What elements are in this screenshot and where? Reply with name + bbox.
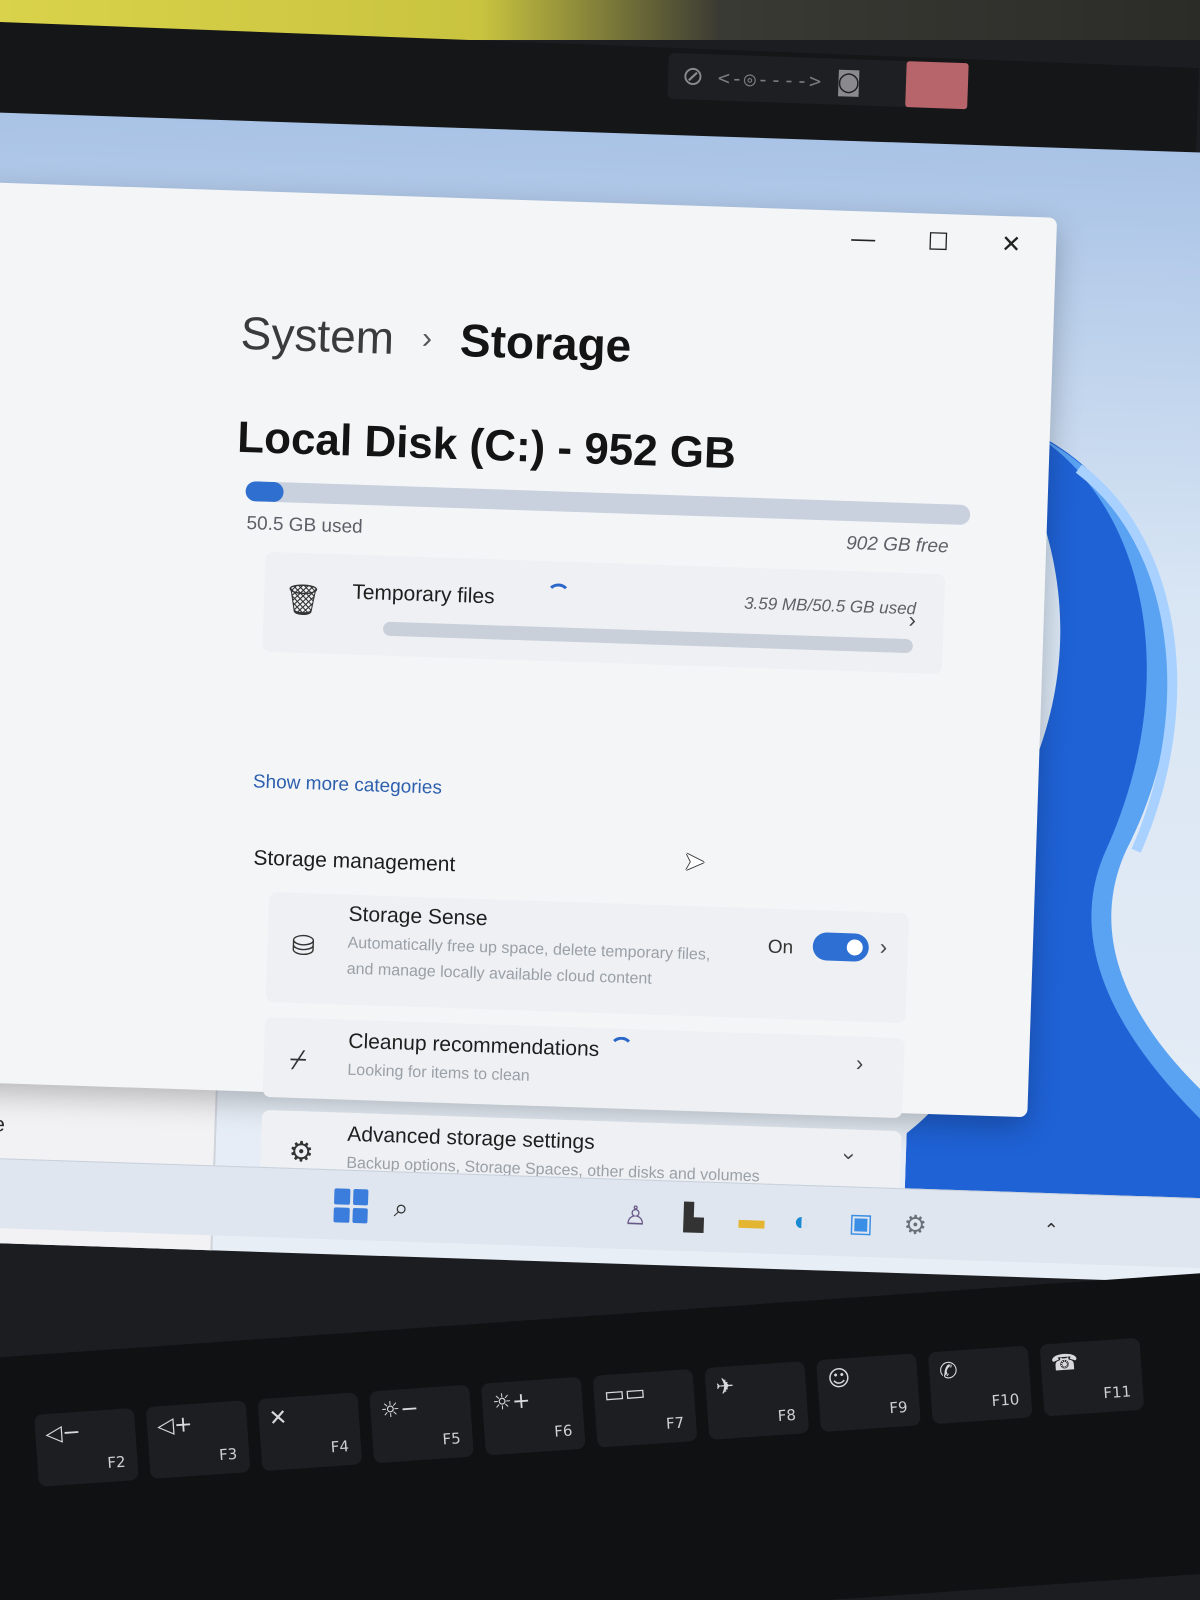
close-button[interactable]: ✕ (986, 229, 1037, 260)
show-more-categories-link[interactable]: Show more categories (253, 771, 443, 799)
key-symbol: ◁+ (156, 1411, 194, 1440)
chevron-right-icon: › (879, 934, 888, 960)
keyboard-key-f11[interactable]: ☎ F11 (1039, 1337, 1145, 1417)
disk-used-label: 50.5 GB used (246, 513, 363, 538)
key-fn-label: F7 (665, 1413, 685, 1433)
camera-off-icon: ⊘ (681, 61, 705, 93)
key-fn-label: F11 (1102, 1382, 1132, 1403)
key-symbol: ✈ (714, 1374, 736, 1401)
storage-sense-card[interactable]: ⛁ Storage Sense Automatically free up sp… (265, 892, 909, 1024)
key-symbol: ✕ (268, 1405, 289, 1432)
storage-management-heading: Storage management (253, 846, 456, 877)
disk-usage-fill (245, 481, 285, 503)
key-symbol: ✆ (938, 1358, 959, 1385)
key-fn-label: F5 (441, 1429, 462, 1449)
key-fn-label: F4 (330, 1437, 350, 1457)
camera-icon: ◙ (835, 66, 862, 98)
key-symbol: ☼+ (491, 1388, 532, 1416)
key-symbol: ◁− (44, 1419, 82, 1448)
settings-window: — ☐ ✕ System › Storage Local Disk (C:) -… (0, 181, 1058, 1212)
tray-chevron-up-icon[interactable]: ⌃ (1043, 1220, 1059, 1241)
toggle-knob (846, 939, 864, 956)
chevron-right-icon: › (908, 607, 917, 633)
storage-sense-title: Storage Sense (348, 902, 488, 931)
edge-browser-icon[interactable]: ◐ (793, 1206, 810, 1238)
advanced-storage-title: Advanced storage settings (346, 1122, 596, 1154)
start-button[interactable] (333, 1188, 369, 1224)
key-fn-label: F10 (991, 1390, 1020, 1411)
key-symbol: ☺ (826, 1365, 852, 1393)
camera-shutter-indicator (905, 61, 969, 110)
taskbar-app-icon[interactable]: ▙ (683, 1202, 704, 1234)
key-symbol: ☎ (1050, 1350, 1080, 1377)
keyboard-key-f6[interactable]: ☼+ F6 (480, 1376, 586, 1456)
storage-drive-icon: ⛁ (291, 929, 316, 962)
keyboard-key-f9[interactable]: ☺ F9 (816, 1353, 921, 1433)
key-fn-label: F2 (106, 1452, 127, 1472)
keyboard-key-f4[interactable]: ✕ F4 (257, 1392, 363, 1472)
chevron-right-icon: › (855, 1050, 864, 1076)
cleanup-subtitle: Looking for items to clean (347, 1061, 530, 1085)
key-fn-label: F9 (888, 1398, 909, 1418)
broom-icon: ⌿ (289, 1043, 308, 1076)
breadcrumb: System › Storage (240, 306, 632, 373)
temporary-files-card[interactable]: 🗑 Temporary files 3.59 MB/50.5 GB used › (262, 551, 946, 675)
cleanup-title: Cleanup recommendations (348, 1029, 600, 1062)
store-icon[interactable]: ▣ (848, 1207, 874, 1239)
laptop-screen: ⌕ vices ernet n guage lity & security — … (0, 112, 1200, 1284)
mouse-cursor-icon: ➤ (683, 845, 706, 877)
temporary-files-title: Temporary files (351, 580, 495, 609)
page-title: Storage (459, 314, 633, 372)
temporary-files-value: 3.59 MB/50.5 GB used (743, 593, 917, 619)
key-symbol: ☼− (379, 1396, 420, 1424)
keyboard-key-f8[interactable]: ✈ F8 (704, 1361, 810, 1440)
keyboard-key-f10[interactable]: ✆ F10 (927, 1345, 1033, 1425)
key-fn-label: F3 (218, 1444, 238, 1465)
disk-title: Local Disk (C:) - 952 GB (236, 412, 737, 479)
keyboard-key-f3[interactable]: ◁+ F3 (145, 1400, 251, 1479)
disk-free-label: 902 GB free (845, 532, 949, 558)
settings-gear-icon[interactable]: ⚙ (903, 1209, 927, 1241)
nav-item-time-language[interactable]: guage (0, 1111, 5, 1137)
key-fn-label: F6 (553, 1421, 574, 1441)
chevron-right-icon: › (421, 321, 433, 356)
laptop-keyboard: ◁− F2 ◁+ F3 ✕ F4 ☼− F5 ☼+ F6 ▭▭ F7 ✈ F8 ☺ F9 ✆ F10 ☎ F11 (0, 1270, 1200, 1600)
nav-item-privacy-security[interactable]: & security (0, 1265, 34, 1283)
key-fn-label: F8 (777, 1405, 797, 1426)
temporary-files-fill (382, 621, 384, 636)
loading-spinner-icon (545, 583, 571, 608)
keyboard-key-f2[interactable]: ◁− F2 (34, 1407, 139, 1487)
temporary-files-bar (382, 621, 914, 654)
trash-icon: 🗑 (283, 583, 323, 618)
storage-sense-state: On (767, 936, 794, 959)
breadcrumb-system[interactable]: System (240, 306, 395, 365)
cleanup-recommendations-card[interactable]: ⌿ Cleanup recommendations Looking for it… (262, 1016, 905, 1119)
key-symbol: ▭▭ (603, 1380, 647, 1409)
file-explorer-icon[interactable]: ▬ (738, 1204, 765, 1236)
storage-sense-toggle[interactable] (812, 932, 870, 962)
chevron-down-icon: › (837, 1152, 863, 1161)
minimize-button[interactable]: — (838, 225, 889, 255)
taskbar-search-icon[interactable]: ⌕ (393, 1192, 409, 1224)
taskbar-app-icon[interactable]: ♙ (623, 1200, 647, 1232)
camera-slide-arrow: <-◎----> (717, 65, 823, 94)
loading-spinner-icon (608, 1036, 634, 1062)
gear-icon: ⚙ (288, 1135, 315, 1168)
storage-sense-description: Automatically free up space, delete temp… (346, 934, 711, 988)
maximize-button[interactable]: ☐ (913, 227, 964, 258)
keyboard-key-f5[interactable]: ☼− F5 (369, 1384, 474, 1464)
keyboard-key-f7[interactable]: ▭▭ F7 (592, 1368, 698, 1448)
